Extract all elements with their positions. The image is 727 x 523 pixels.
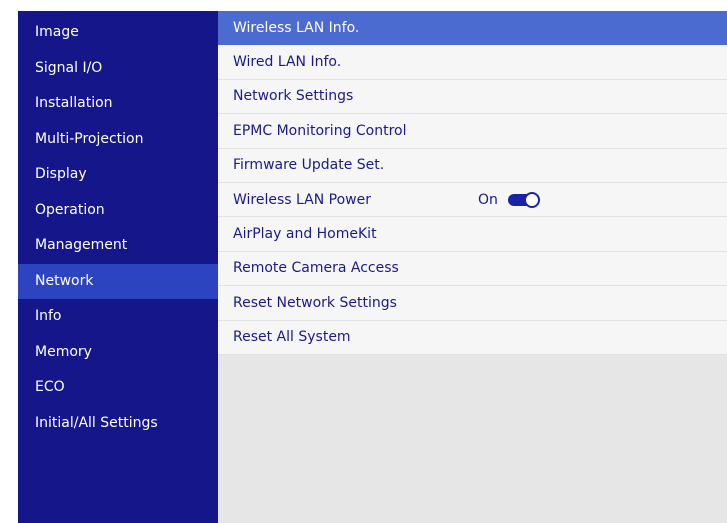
- menu-item-label: Reset Network Settings: [233, 294, 397, 311]
- menu-item-network-settings[interactable]: Network Settings: [218, 79, 727, 115]
- menu-item-label: Wired LAN Info.: [233, 54, 342, 71]
- menu-item-wireless-lan-power[interactable]: Wireless LAN Power On: [218, 182, 727, 218]
- menu-item-wired-lan-info[interactable]: Wired LAN Info.: [218, 45, 727, 80]
- menu-item-label: Wireless LAN Power: [233, 191, 371, 208]
- menu-item-label: Firmware Update Set.: [233, 157, 385, 174]
- sidebar-item-image[interactable]: Image: [18, 15, 218, 51]
- menu-item-epmc-monitoring-control[interactable]: EPMC Monitoring Control: [218, 114, 727, 149]
- sidebar-item-memory[interactable]: Memory: [18, 335, 218, 371]
- wireless-lan-power-toggle[interactable]: [507, 191, 540, 208]
- menu-item-label: AirPlay and HomeKit: [233, 226, 377, 243]
- sidebar-item-installation[interactable]: Installation: [18, 86, 218, 122]
- menu-item-wireless-lan-info[interactable]: Wireless LAN Info.: [218, 11, 727, 46]
- wireless-lan-power-setting: On: [478, 183, 540, 216]
- menu-item-label: EPMC Monitoring Control: [233, 122, 407, 139]
- sidebar: Image Signal I/O Installation Multi-Proj…: [18, 11, 218, 523]
- menu-item-firmware-update-set[interactable]: Firmware Update Set.: [218, 148, 727, 183]
- menu-item-label: Wireless LAN Info.: [233, 19, 360, 36]
- sidebar-item-multi-projection[interactable]: Multi-Projection: [18, 122, 218, 158]
- menu-item-airplay-and-homekit[interactable]: AirPlay and HomeKit: [218, 217, 727, 252]
- menu-item-remote-camera-access[interactable]: Remote Camera Access: [218, 251, 727, 287]
- menu-item-label: Reset All System: [233, 329, 351, 346]
- projector-settings-menu: Image Signal I/O Installation Multi-Proj…: [18, 11, 727, 523]
- sidebar-item-initial-all-settings[interactable]: Initial/All Settings: [18, 406, 218, 442]
- sidebar-item-display[interactable]: Display: [18, 157, 218, 193]
- menu-item-reset-network-settings[interactable]: Reset Network Settings: [218, 286, 727, 321]
- menu-item-label: Remote Camera Access: [233, 260, 399, 277]
- menu-item-reset-all-system[interactable]: Reset All System: [218, 320, 727, 355]
- sidebar-item-info[interactable]: Info: [18, 299, 218, 335]
- wireless-lan-power-value: On: [478, 191, 498, 208]
- sidebar-item-operation[interactable]: Operation: [18, 193, 218, 229]
- sidebar-item-eco[interactable]: ECO: [18, 370, 218, 406]
- menu-item-label: Network Settings: [233, 88, 354, 105]
- sidebar-item-network[interactable]: Network: [18, 263, 218, 299]
- toggle-knob: [523, 191, 540, 208]
- sidebar-item-management[interactable]: Management: [18, 228, 218, 264]
- sidebar-item-signal-io[interactable]: Signal I/O: [18, 51, 218, 87]
- network-submenu: Wireless LAN Info. Wired LAN Info. Netwo…: [218, 11, 727, 523]
- empty-area: [218, 354, 727, 523]
